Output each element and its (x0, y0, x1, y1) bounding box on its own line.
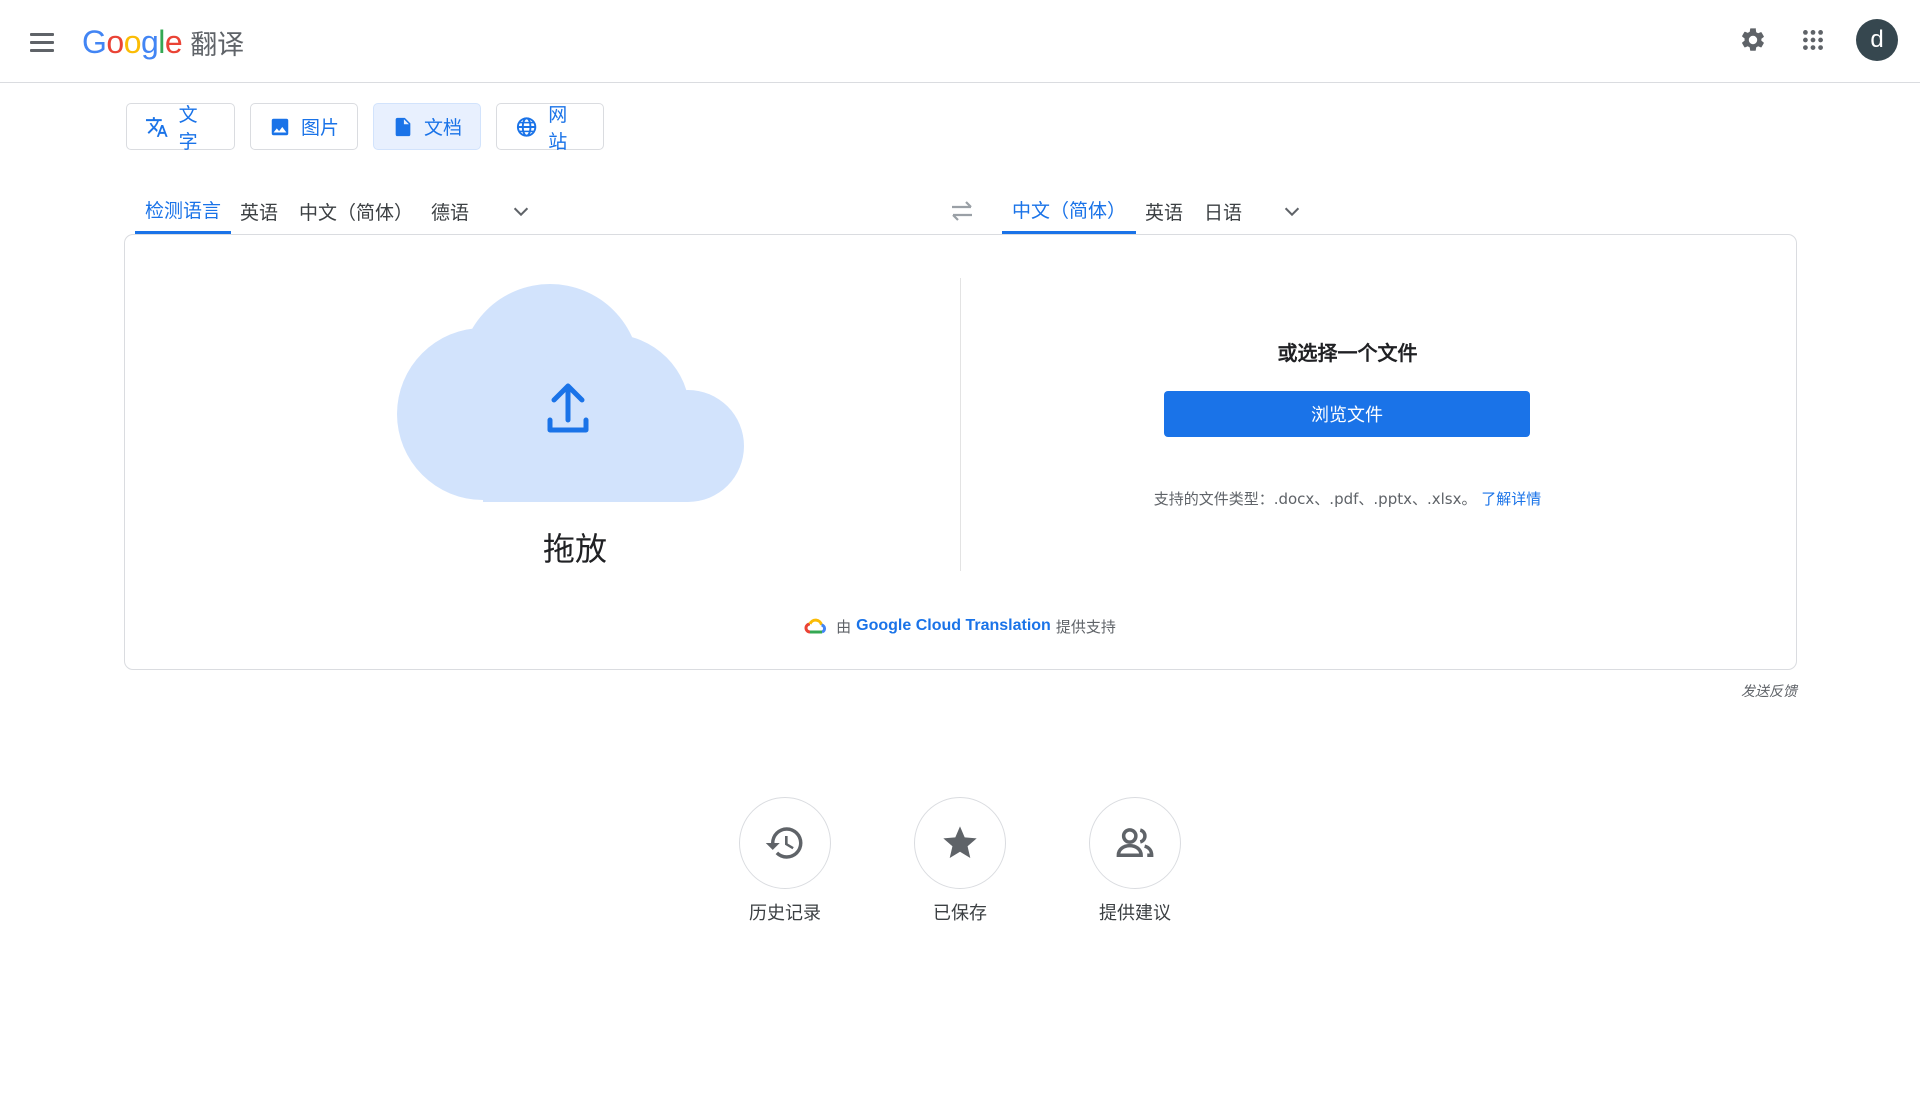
tab-label: 网站 (548, 103, 568, 153)
history-button[interactable] (739, 797, 831, 889)
powered-prefix: 由 (836, 617, 852, 636)
tab-documents[interactable]: 文档 (373, 103, 481, 150)
tab-label: 图片 (301, 117, 340, 139)
panel-divider (960, 278, 961, 571)
globe-icon (516, 116, 537, 137)
menu-icon-bar (30, 40, 54, 44)
powered-by: 由 Google Cloud Translation 提供支持 (800, 614, 1120, 638)
swap-languages-button[interactable] (944, 188, 980, 234)
cloud-drop-zone-icon[interactable] (388, 274, 758, 502)
people-icon (1116, 828, 1154, 857)
browse-files-button[interactable]: 浏览文件 (1164, 391, 1530, 437)
saved-button[interactable] (914, 797, 1006, 889)
google-translate-logo[interactable]: Google 翻译 (82, 20, 244, 64)
source-lang-chinese-simplified[interactable]: 中文（简体） (299, 188, 413, 234)
document-icon (395, 117, 411, 136)
menu-icon-bar (30, 48, 54, 52)
source-lang-english[interactable]: 英语 (240, 188, 278, 234)
contribute-button[interactable] (1089, 797, 1181, 889)
target-lang-more-button[interactable] (1277, 188, 1307, 234)
google-cloud-icon (804, 618, 827, 634)
top-bar: Google 翻译 d (0, 0, 1920, 83)
choose-file-title: 或选择一个文件 (1277, 341, 1418, 365)
supported-types-text: 支持的文件类型：.docx、.pdf、.pptx、.xlsx。 (1153, 490, 1477, 508)
target-lang-chinese-simplified[interactable]: 中文（简体） (1002, 188, 1137, 234)
target-lang-japanese[interactable]: 日语 (1204, 188, 1242, 234)
translate-icon (145, 116, 168, 137)
supported-file-types: 支持的文件类型：.docx、.pdf、.pptx、.xlsx。 了解详情 (1100, 488, 1595, 509)
drop-label: 拖放 (542, 530, 607, 568)
target-lang-english[interactable]: 英语 (1145, 188, 1183, 234)
source-lang-more-button[interactable] (506, 188, 536, 234)
tab-text[interactable]: 文字 (126, 103, 235, 153)
star-icon (943, 826, 977, 858)
tab-images[interactable]: 图片 (250, 103, 358, 150)
apps-button[interactable] (1791, 18, 1835, 62)
settings-gear-icon (1742, 28, 1764, 51)
source-lang-german[interactable]: 德语 (431, 188, 469, 234)
source-lang-detect[interactable]: 检测语言 (135, 188, 232, 234)
product-name: 翻译 (190, 29, 245, 61)
tab-label: 文档 (424, 117, 463, 139)
send-feedback-link[interactable]: 发送反馈 (1700, 681, 1797, 701)
google-wordmark: Google (82, 23, 183, 60)
settings-button[interactable] (1731, 18, 1775, 62)
history-icon (765, 827, 803, 859)
history-label: 历史记录 (749, 903, 821, 924)
learn-more-link[interactable]: 了解详情 (1481, 490, 1541, 508)
tab-websites[interactable]: 网站 (496, 103, 604, 153)
powered-suffix: 提供支持 (1055, 617, 1116, 636)
menu-icon-bar (30, 32, 54, 36)
tab-label: 文字 (178, 103, 198, 153)
main-menu-button[interactable] (30, 27, 60, 57)
account-avatar[interactable]: d (1856, 19, 1898, 61)
saved-label: 已保存 (933, 903, 987, 924)
apps-grid-icon (1803, 30, 1823, 50)
powered-brand[interactable]: Google Cloud Translation (856, 617, 1051, 635)
image-icon (271, 118, 289, 135)
contribute-label: 提供建议 (1099, 903, 1171, 924)
chevron-down-icon (513, 207, 529, 217)
swap-arrows-icon (952, 201, 972, 221)
chevron-down-icon (1284, 207, 1300, 217)
